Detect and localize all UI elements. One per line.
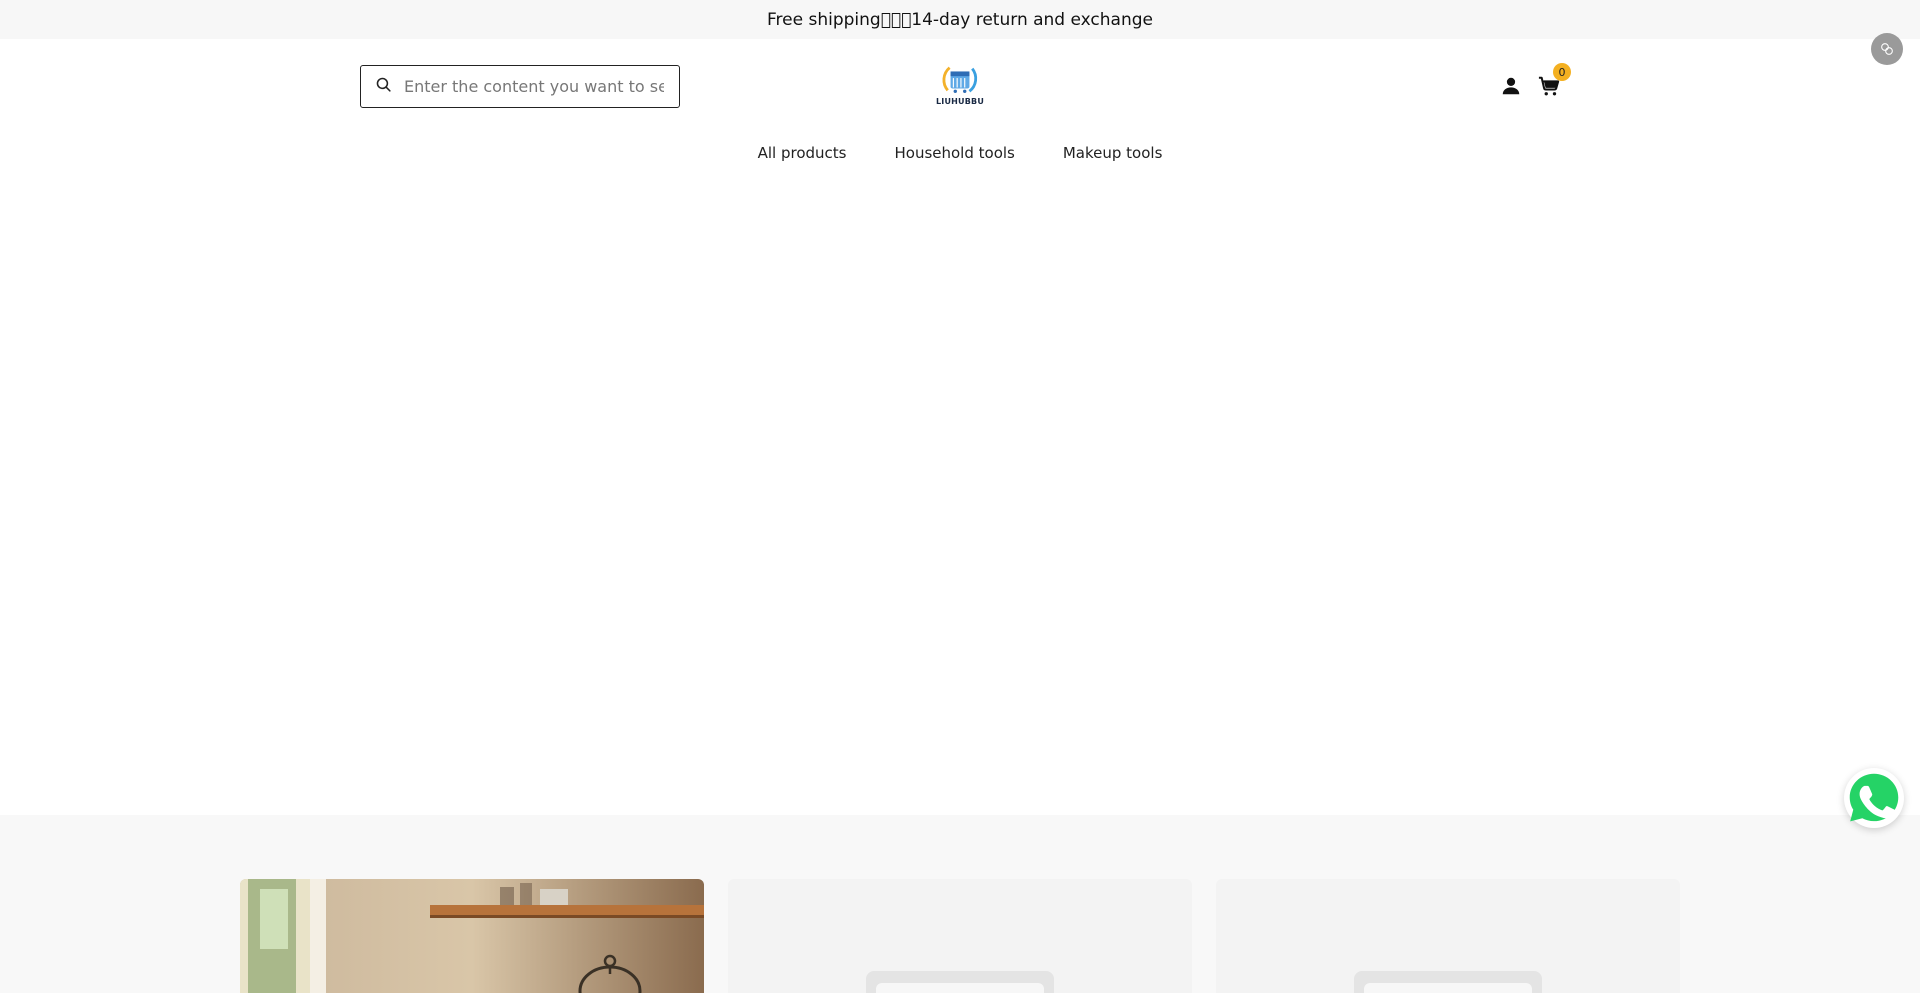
nav-item-all-products[interactable]: All products (758, 144, 847, 162)
main-nav: All products Household tools Makeup tool… (0, 144, 1920, 162)
product-image (240, 879, 704, 993)
announcement-text: Free shipping   14-day return and exchan… (766, 9, 1153, 30)
nav-item-makeup-tools[interactable]: Makeup tools (1063, 144, 1163, 162)
nav-item-household-tools[interactable]: Household tools (894, 144, 1014, 162)
product-card-loading (1216, 879, 1680, 993)
loading-placeholder (1354, 971, 1542, 993)
translate-icon[interactable] (1871, 33, 1903, 65)
search-input[interactable] (404, 77, 664, 96)
search-box[interactable] (360, 65, 680, 108)
cart-count-badge: 0 (1553, 63, 1571, 81)
site-header: LIUHUBBU 0 All products Household tools … (0, 39, 1920, 199)
whatsapp-icon[interactable] (1844, 768, 1904, 828)
loading-placeholder (866, 971, 1054, 993)
account-icon[interactable] (1498, 73, 1524, 99)
logo-text: LIUHUBBU (935, 97, 985, 106)
product-card-loading (728, 879, 1192, 993)
announcement-bar: Free shipping   14-day return and exchan… (0, 0, 1920, 39)
logo[interactable]: LIUHUBBU (935, 62, 985, 112)
product-card[interactable] (240, 879, 704, 993)
logo-icon (942, 66, 978, 93)
search-icon[interactable] (375, 76, 392, 97)
